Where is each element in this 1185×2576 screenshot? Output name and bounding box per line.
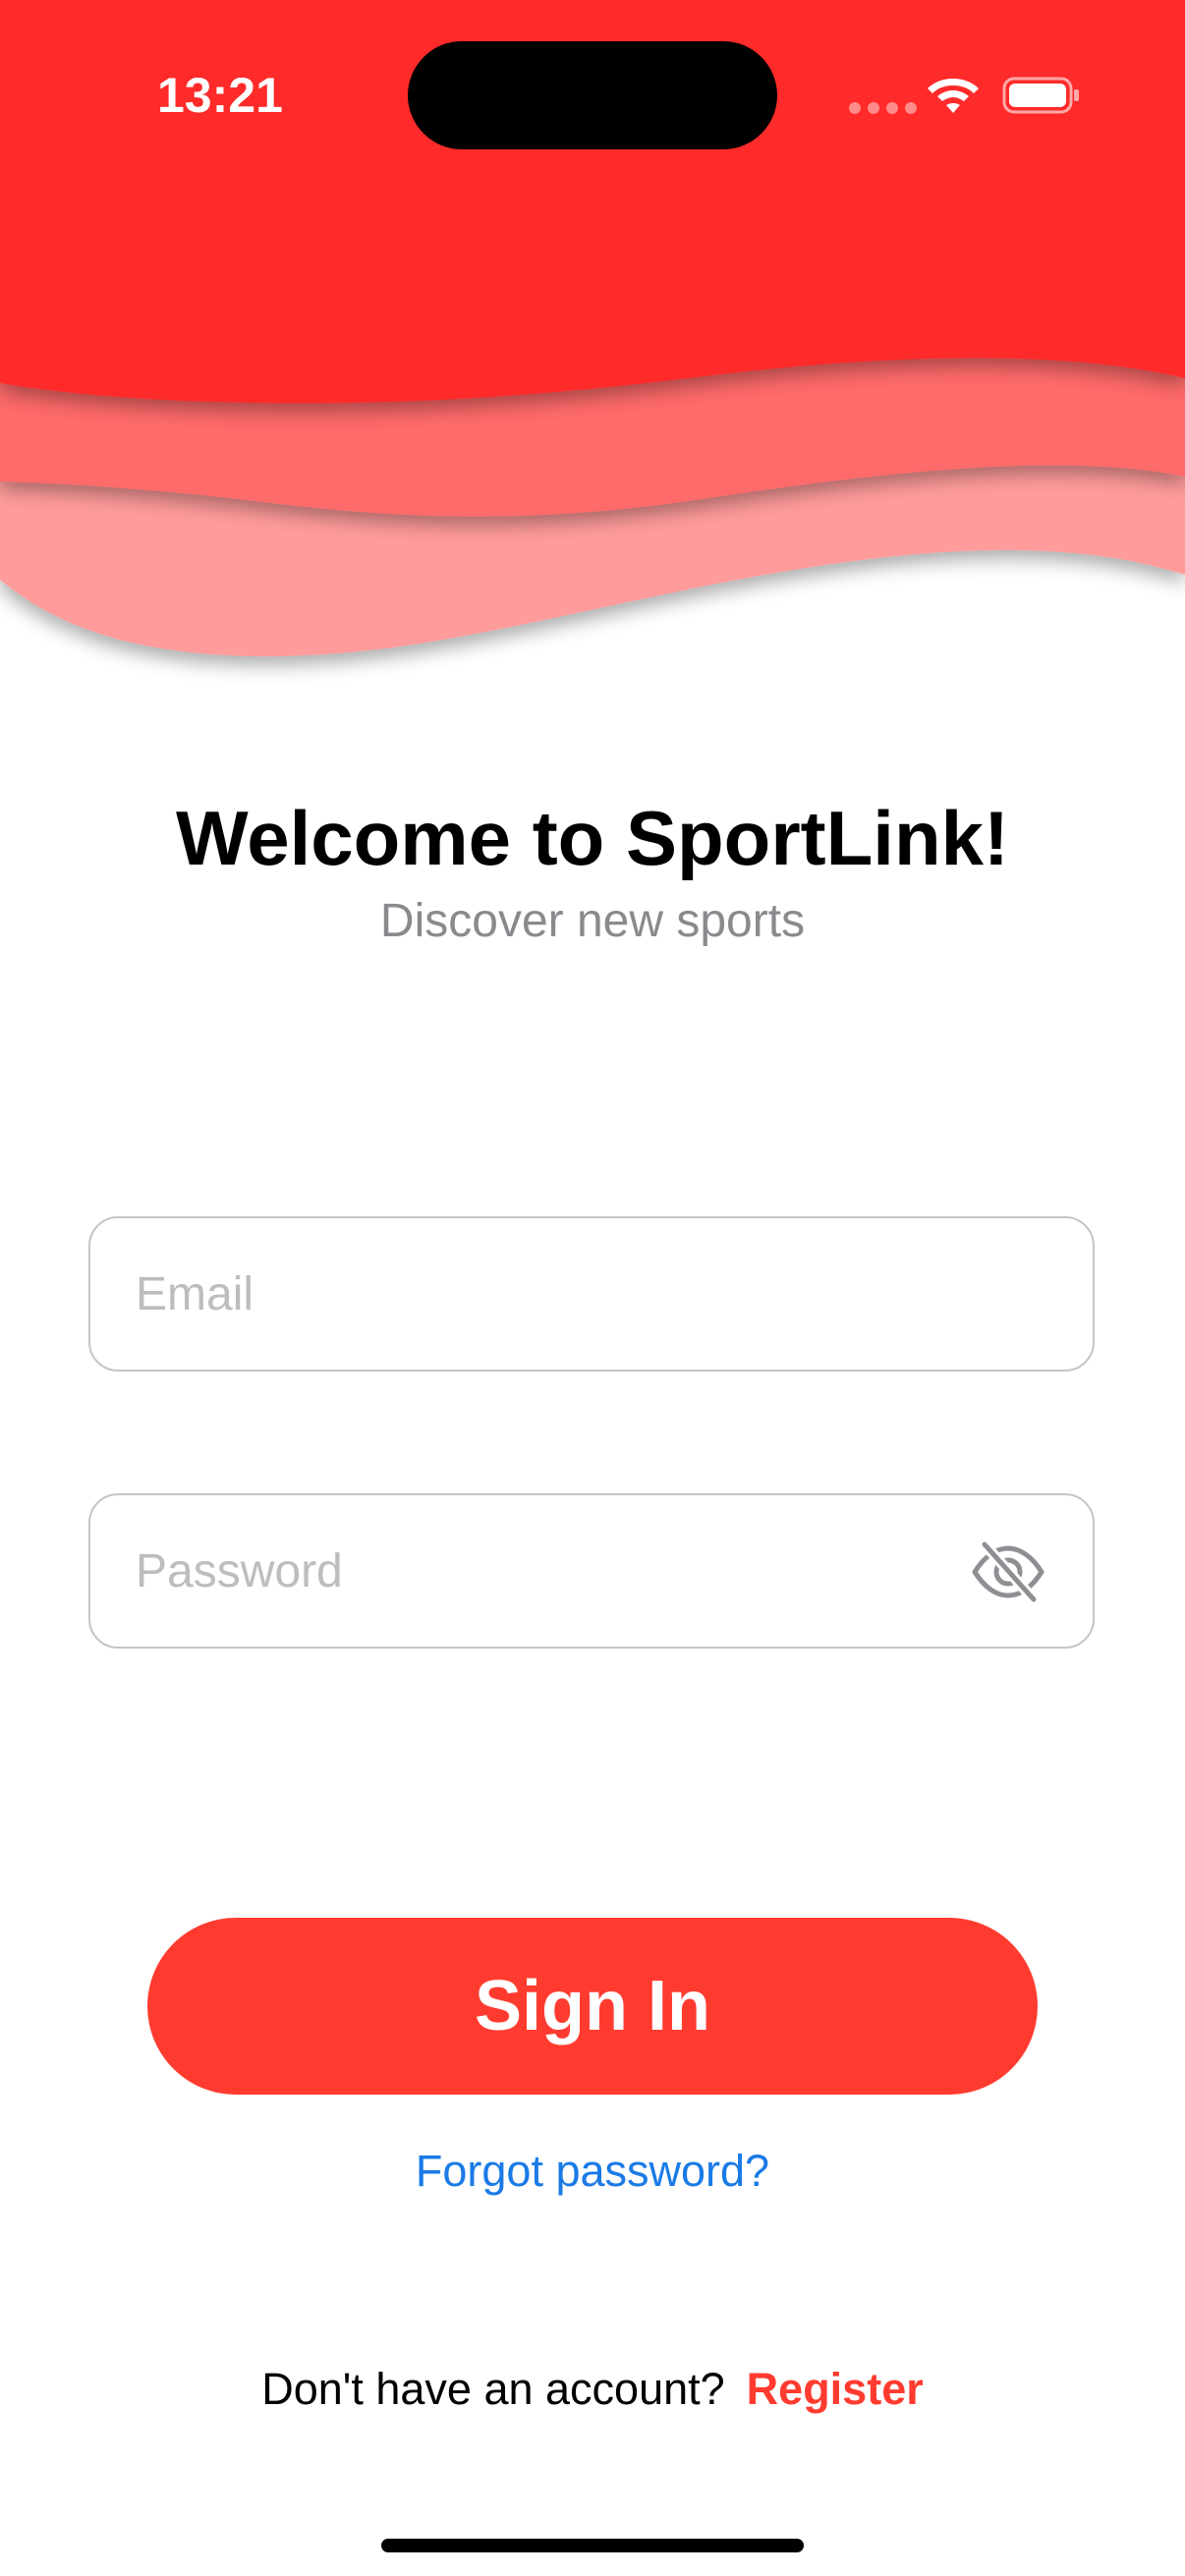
password-field-container	[88, 1493, 1095, 1649]
password-input[interactable]	[136, 1495, 1000, 1647]
sign-in-button[interactable]: Sign In	[147, 1918, 1038, 2095]
home-indicator[interactable]	[381, 2539, 804, 2552]
wifi-icon	[928, 79, 979, 113]
register-row: Don't have an account? Register	[0, 2364, 1185, 2415]
eye-slash-icon[interactable]	[969, 1535, 1047, 1609]
email-input[interactable]	[136, 1218, 1000, 1370]
status-time: 13:21	[157, 68, 283, 123]
status-bar: 13:21	[0, 0, 1185, 196]
email-field-container	[88, 1216, 1095, 1372]
register-link[interactable]: Register	[747, 2364, 924, 2414]
cellular-signal-icon	[849, 102, 917, 114]
welcome-title: Welcome to SportLink!	[176, 795, 1009, 881]
battery-icon	[1002, 77, 1079, 114]
forgot-password-link[interactable]: Forgot password?	[0, 2146, 1185, 2197]
welcome-subtitle: Discover new sports	[379, 895, 806, 947]
dynamic-island	[408, 41, 777, 149]
register-prompt: Don't have an account?	[261, 2364, 725, 2414]
